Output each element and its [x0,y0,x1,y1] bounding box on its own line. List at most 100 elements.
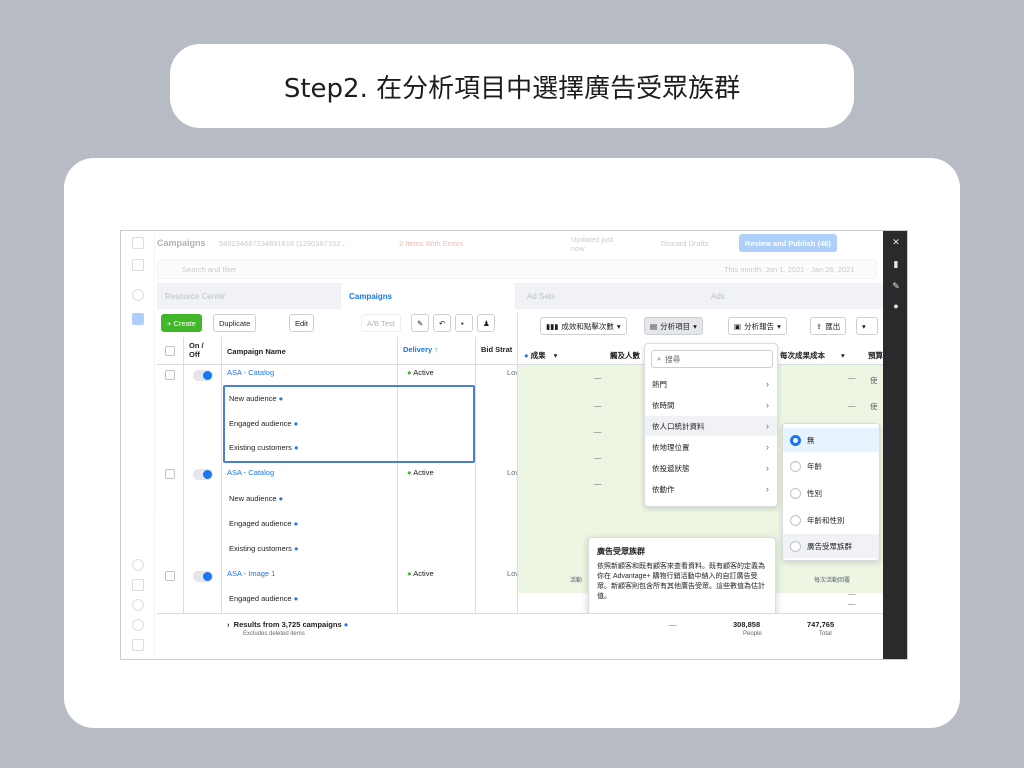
option-none[interactable]: 無 [783,428,879,452]
tab-campaigns[interactable]: Campaigns [341,283,515,309]
edit-button[interactable]: Edit [289,314,314,332]
breakdown-search-input[interactable]: ⌕ 搜尋 [651,350,773,368]
search-bar[interactable]: Search and filter This month: Jan 1, 202… [157,259,877,279]
account-selector[interactable]: 580234687234891616 (1290387152... [219,239,347,248]
audience-segments-tooltip: 廣告受眾族群 依照新顧客和既有顧客來查看資料。既有顧客的定義為你在 Advant… [588,537,776,623]
tab-resource-center[interactable]: Resource Center [157,283,337,309]
breakdown-item-demographics[interactable]: 依人口統計資料 › [645,416,777,436]
campaign-toggle[interactable] [193,469,213,480]
campaign-toggle[interactable] [193,571,213,582]
breakdown-row-label: Engaged audience ● [229,594,299,603]
total-cost-label: Total [819,631,832,637]
clock-icon[interactable]: ● [883,301,907,311]
campaign-name-link[interactable]: ASA - Catalog [227,468,274,477]
campaigns-icon[interactable] [132,313,144,325]
breakdown-item-popular[interactable]: 熱門 › [645,374,777,394]
column-budget[interactable]: 預算 [868,350,883,361]
breakdown-item-time[interactable]: 依時間 › [645,395,777,415]
select-all-checkbox[interactable] [165,346,175,356]
chevron-right-icon: › [766,379,769,389]
column-onoff[interactable]: On / Off [189,341,213,359]
undo-icon[interactable]: ↶ [433,314,451,332]
grid-icon[interactable] [132,259,144,271]
duplicate-button[interactable]: Duplicate [213,314,257,332]
breakdown-row-label: New audience ● [229,494,284,503]
results-summary[interactable]: › Results from 3,725 campaigns ● [227,620,348,629]
chevron-right-icon: › [766,484,769,494]
tooltip-body: 依照新顧客和既有顧客來查看資料。既有顧客的定義為你在 Advantage+ 購物… [597,563,765,600]
option-age-gender[interactable]: 年齡和性別 [783,508,879,532]
columns-selector-button[interactable]: ▮▮▮ 成效和點擊次數 ▾ [540,317,627,335]
review-publish-button[interactable]: Review and Publish (46) [739,234,837,252]
search-icon[interactable] [132,599,144,611]
column-bid-strategy[interactable]: Bid Strat [481,345,512,354]
chevron-right-icon: › [766,442,769,452]
column-cost-per-result[interactable]: 每次成果成本 ▾ [780,350,845,361]
column-campaign-name[interactable]: Campaign Name [227,347,286,356]
create-button[interactable]: + Create [161,314,202,332]
campaigns-title: Campaigns [157,238,206,248]
results-value: — [594,453,602,462]
row-checkbox[interactable] [165,370,175,380]
budget-value: 使 [870,376,878,385]
account-icon[interactable] [132,289,144,301]
column-delivery[interactable]: Delivery ↑ [403,345,438,354]
reports-button[interactable]: ▣ 分析報告 ▾ [728,317,787,335]
table-icon[interactable] [132,639,144,651]
errors-indicator[interactable]: 2 Items With Errors [399,239,463,248]
row-checkbox[interactable] [165,469,175,479]
table-header: On / Off Campaign Name Delivery ↑ Bid St… [157,337,517,365]
campaign-toggle[interactable] [193,370,213,381]
breakdown-item-geography[interactable]: 依地理位置 › [645,437,777,457]
column-results[interactable]: ● 成果 ▾ [524,350,557,361]
date-range-picker[interactable]: This month: Jan 1, 2021 - Jan 26, 2021 [724,265,855,274]
export-button[interactable]: ⇪ 匯出 [810,317,847,335]
cost-value: — [848,599,856,608]
option-audience-segments[interactable]: 廣告受眾族群 [783,534,879,558]
export-dropdown-chevron-icon[interactable]: ▾ [856,317,878,335]
settings-icon[interactable] [132,559,144,571]
option-age[interactable]: 年齡 [783,454,879,478]
pencil-icon[interactable]: ✎ [411,314,429,332]
divider [183,337,184,657]
breakdown-item-action[interactable]: 依動作 › [645,479,777,499]
excludes-note: Excludes deleted items [243,631,305,637]
row-checkbox[interactable] [165,571,175,581]
breakdown-button[interactable]: ▤ 分析項目 ▾ [644,317,703,335]
delivery-status: ● Active [407,468,434,477]
campaign-name-link[interactable]: ASA - Image 1 [227,569,275,578]
close-icon[interactable]: ✕ [883,237,907,248]
ab-test-button[interactable]: A/B Test [361,314,401,332]
total-cost: 747,765 [807,620,835,629]
chevron-right-icon: › [766,400,769,410]
radio [790,487,801,499]
left-rail [121,231,155,659]
delivery-status: ● Active [407,368,434,377]
campaign-name-link[interactable]: ASA - Catalog [227,368,274,377]
results-value: — [594,427,602,436]
delete-icon[interactable]: ▪ [455,314,473,332]
tab-ad-sets[interactable]: Ad Sets [519,283,699,309]
total-dash: — [669,620,677,629]
audience-icon[interactable]: ♟ [477,314,495,332]
bar-chart-icon[interactable]: ▮ [883,259,907,270]
breakdown-menu: ⌕ 搜尋 熱門 › 依時間 › 依人口統計資料 › 依地理位置 › 依投遞狀態 › 依動作 › [644,343,778,507]
breakdown-item-delivery[interactable]: 依投遞狀態 › [645,458,777,478]
notifications-icon[interactable] [132,579,144,591]
tab-ads[interactable]: Ads [703,283,883,309]
radio [790,460,801,472]
help-icon[interactable] [132,619,144,631]
results-value: — [594,401,602,410]
option-gender[interactable]: 性別 [783,481,879,505]
side-toolbar: ✕ ▮ ✎ ● [883,231,907,659]
radio [790,514,801,526]
discard-drafts-button[interactable]: Discard Drafts [661,239,709,248]
pencil-icon[interactable]: ✎ [883,281,907,292]
total-reach-label: People [743,631,762,637]
budget-value: 使 [870,402,878,411]
slide-title: Step2. 在分析項目中選擇廣告受眾族群 [170,44,854,128]
results-value: — [594,373,602,382]
metrics-toolbar: ▮▮▮ 成效和點擊次數 ▾ ▤ 分析項目 ▾ ▣ 分析報告 ▾ ⇪ 匯出 ▾ [518,313,884,339]
column-reach[interactable]: 觸及人數 [610,350,640,361]
results-value: — [594,479,602,488]
